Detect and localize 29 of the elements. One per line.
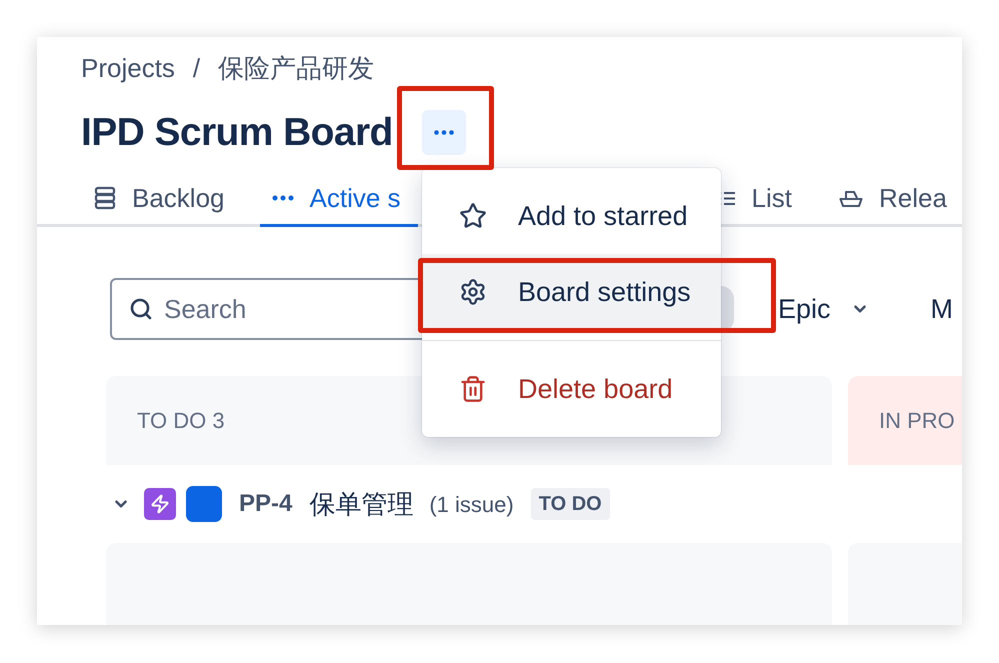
board-title: IPD Scrum Board: [81, 110, 393, 155]
epic-name: 保单管理: [309, 488, 414, 520]
tab[interactable]: Active s: [260, 172, 418, 227]
menu-item[interactable]: Board settings: [422, 254, 721, 330]
menu-item[interactable]: Delete board: [422, 351, 721, 427]
tab[interactable]: Relea: [826, 172, 959, 227]
more-icon: [434, 130, 454, 135]
column-title: IN PRO: [879, 407, 955, 435]
column-title: TO DO 3: [137, 407, 225, 435]
menu-item[interactable]: Add to starred: [422, 178, 721, 254]
stack-icon: [94, 186, 116, 210]
more-button[interactable]: [422, 110, 466, 155]
settings-icon: [459, 278, 487, 306]
filter-button[interactable]: Epic: [778, 288, 869, 330]
filter-button[interactable]: M: [930, 288, 954, 330]
trash-icon: [459, 375, 487, 403]
breadcrumb-separator: /: [192, 52, 200, 84]
dots-icon: [272, 195, 294, 201]
rounded-square-icon: [186, 486, 222, 522]
breadcrumb-link[interactable]: Projects: [81, 48, 175, 88]
status-lozenge: TO DO: [530, 488, 610, 520]
lightning-icon: [144, 488, 176, 520]
breadcrumb-link[interactable]: 保险产品研发: [218, 48, 374, 88]
tab[interactable]: Backlog: [82, 172, 236, 227]
ship-icon: [838, 188, 863, 208]
issue-count: (1 issue): [429, 490, 514, 518]
epic-key[interactable]: PP-4: [239, 486, 292, 522]
star-icon: [459, 202, 487, 230]
search-icon: [129, 297, 153, 321]
